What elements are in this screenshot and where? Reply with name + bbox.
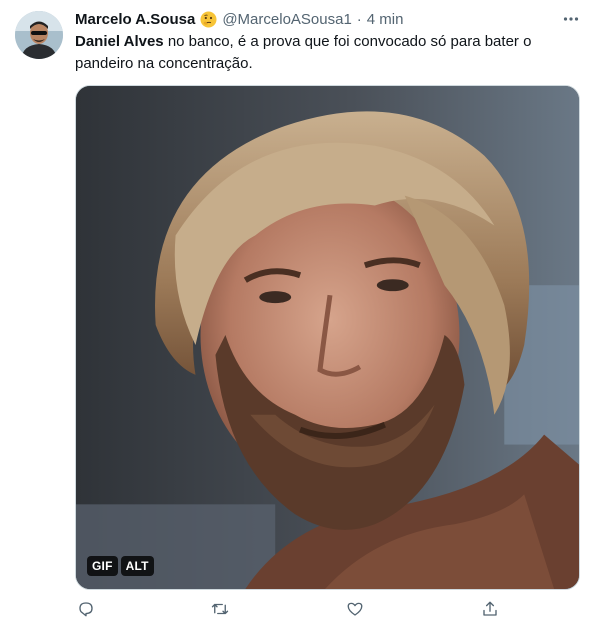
reply-button[interactable]	[75, 598, 97, 620]
gif-badge: GIF	[87, 556, 118, 576]
media-badges: GIF ALT	[87, 556, 154, 576]
retweet-icon	[211, 603, 229, 615]
retweet-button[interactable]	[209, 598, 231, 620]
thinking-face-icon	[200, 11, 217, 28]
more-icon[interactable]	[560, 9, 582, 29]
separator: ·	[356, 10, 362, 28]
like-icon	[347, 602, 363, 616]
alt-badge[interactable]: ALT	[120, 556, 154, 576]
tweet-text-mention: Daniel Alves	[75, 33, 164, 50]
author-handle[interactable]: @MarceloASousa1	[222, 11, 351, 28]
tweet-text: Daniel Alves no banco, é a prova que foi…	[75, 31, 575, 75]
tweet-actions	[75, 598, 505, 624]
timestamp[interactable]: 4 min	[367, 11, 404, 28]
avatar-image	[15, 11, 63, 59]
like-button[interactable]	[344, 598, 366, 620]
gif-frame-image	[76, 86, 579, 589]
gif-media[interactable]: GIF ALT	[75, 85, 580, 590]
author-name[interactable]: Marcelo A.Sousa	[75, 11, 195, 28]
share-button[interactable]	[479, 598, 501, 620]
share-icon	[483, 601, 497, 616]
avatar[interactable]	[15, 11, 63, 59]
tweet-header: Marcelo A.Sousa @MarceloASousa1 · 4 min	[75, 9, 403, 29]
reply-icon	[79, 602, 93, 617]
tweet[interactable]: Marcelo A.Sousa @MarceloASousa1 · 4 min …	[0, 0, 594, 624]
